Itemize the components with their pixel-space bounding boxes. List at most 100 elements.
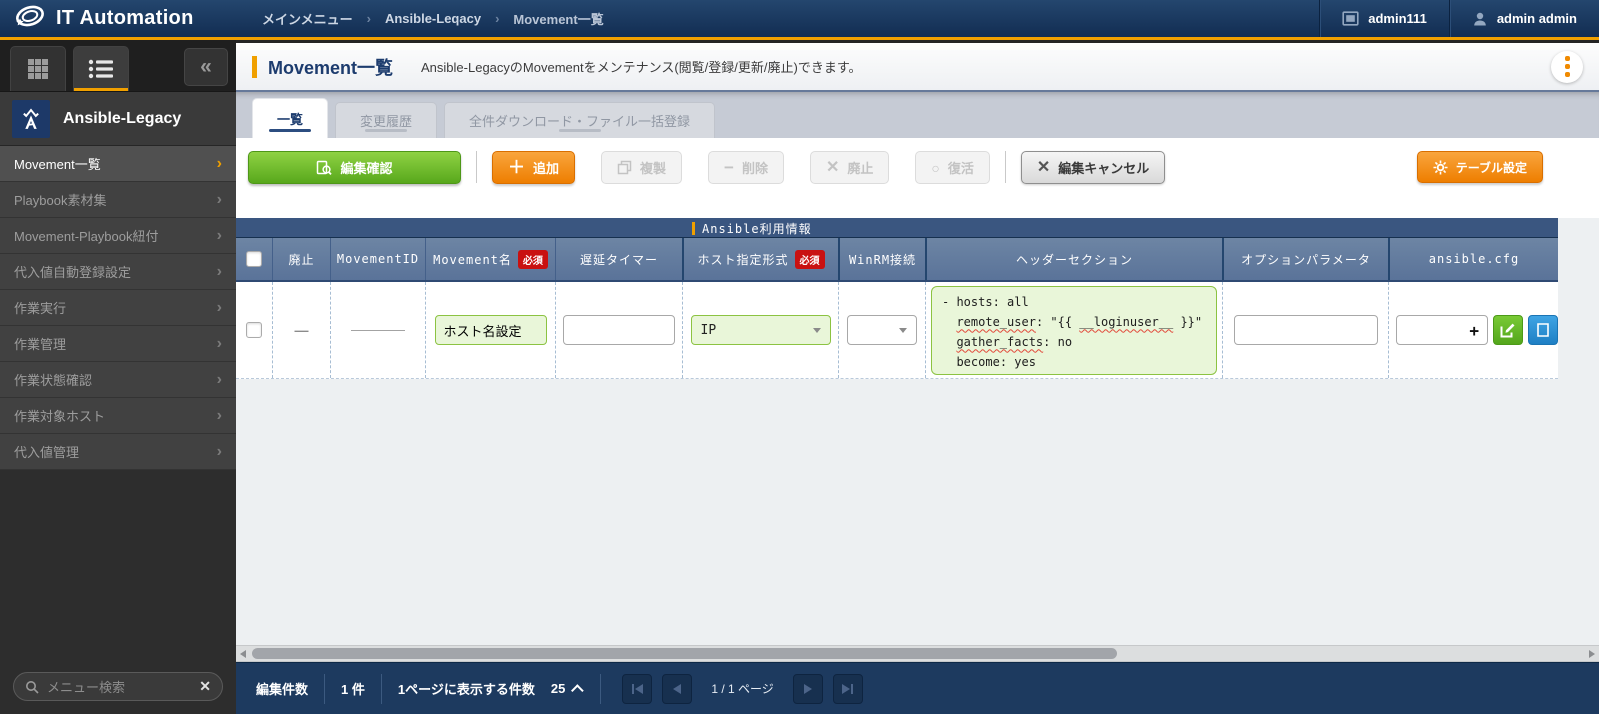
edit-cancel-label: 編集キャンセル [1058, 161, 1150, 176]
sidebar-item-movement-playbook-link[interactable]: Movement-Playbook紐付 › [0, 218, 236, 254]
page-position: 1 / 1 ページ [711, 682, 774, 696]
chevron-right-icon: › [216, 442, 222, 460]
app-logo[interactable]: IT Automation [0, 1, 236, 36]
add-file-button[interactable]: + [1469, 321, 1479, 340]
breadcrumb-current-page: Movement一覧 [513, 12, 604, 27]
tab-change-history[interactable]: 変更履歴 [335, 102, 438, 138]
edit-confirm-button[interactable]: 編集確認 [248, 151, 461, 184]
user-icon [1472, 11, 1488, 27]
sidebar-item-label: 作業実行 [14, 301, 67, 316]
breadcrumb-menu-group[interactable]: Ansible-Leqacy [385, 11, 481, 26]
header-discard: 廃止 [272, 238, 330, 280]
row-edit-button[interactable] [1493, 315, 1523, 345]
circle-icon: ○ [931, 159, 940, 176]
sidebar-item-operation-execute[interactable]: 作業実行 › [0, 290, 236, 326]
per-page-label: 1ページに表示する件数 [397, 682, 535, 697]
title-accent-bar [252, 55, 257, 78]
menu-search-input[interactable]: メニュー検索 ✕ [13, 672, 223, 701]
sidebar-item-operation-management[interactable]: 作業管理 › [0, 326, 236, 362]
scroll-left-button[interactable] [236, 646, 250, 661]
tab-underline [558, 129, 601, 132]
chevron-right-icon: › [216, 406, 222, 424]
user-menu[interactable]: admin admin [1448, 0, 1599, 37]
host-format-select[interactable]: IP [690, 315, 831, 345]
top-bar: IT Automation メインメニュー › Ansible-Leqacy ›… [0, 0, 1599, 40]
per-page-select[interactable]: 25 [551, 681, 585, 697]
discard-button[interactable]: ✕ 廃止 [809, 151, 890, 184]
duplicate-button[interactable]: 複製 [601, 151, 683, 184]
sidebar-item-operation-status-check[interactable]: 作業状態確認 › [0, 362, 236, 398]
host-format-value: IP [700, 322, 717, 338]
sidebar-item-label: Movement一覧 [14, 157, 101, 172]
first-page-button[interactable] [622, 673, 653, 704]
select-all-checkbox[interactable] [246, 251, 262, 267]
edit-confirm-label: 編集確認 [340, 161, 393, 176]
header-ansible-cfg: ansible.cfg [1388, 238, 1558, 280]
add-button[interactable]: ＋ 追加 [492, 151, 576, 184]
toolbar: 編集確認 ＋ 追加 複製 − 削除 ✕ 廃止 ○ 復活 ✕ 編集キャンセル テー… [236, 138, 1599, 218]
sidebar-item-movement-list[interactable]: Movement一覧 › [0, 146, 236, 182]
delete-label: 削除 [741, 161, 768, 176]
page-title: Movement一覧 [268, 57, 394, 78]
breadcrumb: メインメニュー › Ansible-Leqacy › Movement一覧 [236, 9, 604, 28]
menu-group-header: Ansible-Legacy [0, 92, 236, 146]
chevron-right-icon: › [216, 226, 222, 244]
chevron-right-icon: › [216, 370, 222, 388]
edit-cancel-button[interactable]: ✕ 編集キャンセル [1020, 151, 1166, 184]
sidebar-item-substitution-auto-registration[interactable]: 代入値自動登録設定 › [0, 254, 236, 290]
next-page-button[interactable] [792, 673, 823, 704]
sidebar-tab-grid[interactable] [10, 46, 66, 91]
edit-confirm-icon [316, 160, 333, 176]
tab-list[interactable]: 一覧 [252, 98, 329, 138]
table-group-header: Ansible利用情報 [236, 218, 1558, 238]
sidebar-tab-list[interactable] [73, 46, 129, 91]
edit-count-value: 1 件 [341, 682, 365, 697]
table-header-row: 廃止 MovementID Movement名 必須 遅延タイマー ホスト指定形… [236, 238, 1558, 282]
sidebar: « Ansible-Legacy Movement一覧 › Playbook素材… [0, 40, 236, 714]
required-badge: 必須 [794, 249, 825, 269]
clear-search-icon[interactable]: ✕ [199, 678, 211, 695]
page-menu-button[interactable] [1551, 50, 1583, 83]
option-parameter-input[interactable] [1233, 315, 1378, 345]
discard-label: 廃止 [847, 161, 874, 176]
page-header: Movement一覧 Ansible-LegacyのMovementをメンテナン… [236, 40, 1599, 92]
sidebar-collapse-button[interactable]: « [184, 47, 228, 86]
sidebar-item-label: 作業対象ホスト [14, 409, 106, 424]
chevron-right-icon: › [216, 334, 222, 352]
header-section-textarea[interactable]: - hosts: all remote_user: "{{ __loginuse… [931, 285, 1217, 375]
user-name: admin admin [1496, 11, 1577, 26]
scrollbar-thumb[interactable] [252, 648, 1117, 659]
triangle-right-icon [842, 683, 851, 694]
table-settings-button[interactable]: テーブル設定 [1416, 151, 1543, 183]
last-page-button[interactable] [832, 673, 863, 704]
restore-label: 復活 [947, 161, 974, 176]
sidebar-item-target-hosts[interactable]: 作業対象ホスト › [0, 398, 236, 434]
scrollbar-track[interactable] [250, 646, 1585, 661]
extra-action-button[interactable] [1528, 315, 1558, 345]
tab-download-bulk-register[interactable]: 全件ダウンロード・ファイル一括登録 [444, 102, 716, 138]
breadcrumb-separator-icon: › [366, 11, 371, 26]
sidebar-item-label: 代入値自動登録設定 [14, 265, 132, 280]
sidebar-item-substitution-management[interactable]: 代入値管理 › [0, 434, 236, 470]
scroll-right-button[interactable] [1585, 646, 1599, 661]
header-movement-id: MovementID [330, 238, 425, 280]
sidebar-item-playbook-materials[interactable]: Playbook素材集 › [0, 182, 236, 218]
row-checkbox[interactable] [246, 322, 262, 338]
duplicate-icon [617, 160, 632, 175]
statusbar-divider [380, 673, 382, 704]
winrm-select[interactable] [847, 315, 917, 345]
tab-underline [365, 129, 408, 132]
restore-button[interactable]: ○ 復活 [915, 151, 990, 184]
workspace-switcher[interactable]: admin111 [1319, 0, 1449, 37]
previous-page-button[interactable] [662, 673, 693, 704]
header-select-all [236, 238, 272, 280]
breadcrumb-main-menu[interactable]: メインメニュー [262, 9, 353, 28]
workspace-icon [1342, 11, 1359, 26]
collapse-chevrons-icon: « [200, 54, 212, 78]
header-host-format: ホスト指定形式 必須 [682, 238, 838, 280]
list-icon [88, 58, 114, 80]
delete-button[interactable]: − 削除 [708, 151, 784, 184]
movement-name-input[interactable] [434, 315, 547, 345]
ansible-cfg-input[interactable]: + [1396, 315, 1488, 345]
delay-timer-input[interactable] [563, 315, 675, 345]
